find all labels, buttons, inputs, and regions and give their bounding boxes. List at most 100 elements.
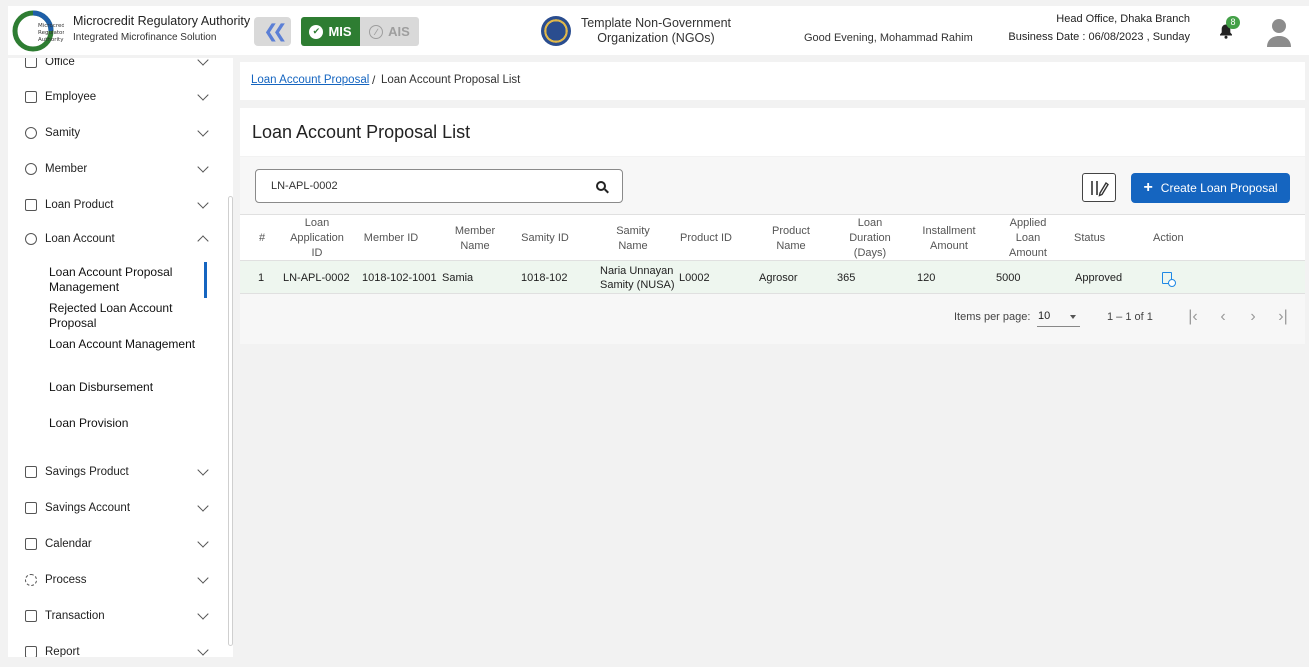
mode-ais-label: AIS [388,24,410,39]
search-input[interactable]: LN-APL-0002 [255,169,623,203]
user-avatar[interactable] [1265,17,1293,47]
last-page-icon[interactable]: ›| [1273,307,1293,327]
first-page-icon[interactable]: |‹ [1183,307,1203,327]
office-icon [25,58,37,68]
ngo-name: Template Non-Government Organization (NG… [576,16,736,46]
breadcrumb: Loan Account Proposal / Loan Account Pro… [240,62,1305,100]
search-icon[interactable] [596,181,606,191]
sidebar-item-office[interactable]: Office [8,58,223,74]
page-range-label: 1 – 1 of 1 [1107,311,1153,323]
cell-applied-loan-amount: 5000 [996,271,1021,284]
column-header[interactable]: Samity ID [518,215,572,262]
sidebar: Office Employee Samity Member Loan Produ… [8,58,233,657]
sidebar-item-savings-account[interactable]: Savings Account [8,496,223,520]
column-header[interactable]: # [254,215,270,262]
sidebar-item-label: Employee [45,91,97,103]
svg-text:Authority: Authority [38,37,64,43]
sidebar-item-loan-product[interactable]: Loan Product [8,193,223,217]
sidebar-subitem-loan-account-management[interactable]: Loan Account Management [49,337,214,352]
sidebar-item-samity[interactable]: Samity [8,121,223,145]
breadcrumb-link-loan-account-proposal[interactable]: Loan Account Proposal [251,74,369,86]
double-chevron-left-icon: ❮❮ [263,21,287,41]
column-edit-icon [1091,180,1109,197]
column-header[interactable]: Product ID [676,215,736,262]
column-header[interactable]: Samity Name [600,215,666,262]
chevron-down-icon [197,161,209,173]
chevron-down-icon [197,125,209,137]
sidebar-item-process[interactable]: Process [8,568,223,592]
column-header[interactable]: Status [1074,215,1124,262]
sidebar-item-report[interactable]: Report [8,640,223,657]
sidebar-subitem-loan-provision[interactable]: Loan Provision [49,416,214,431]
page-title-card: Loan Account Proposal List [240,108,1305,156]
sidebar-item-label: Loan Product [45,199,114,211]
ngo-seal-icon [541,16,571,46]
check-circle-icon: ✔ [309,24,324,39]
sidebar-item-label: Samity [45,127,81,139]
chevron-up-icon [197,235,209,247]
items-per-page-value: 10 [1038,310,1051,322]
search-input-value: LN-APL-0002 [271,180,338,192]
mra-logo: Microcredit Regulatory Authority [12,10,64,52]
branch-name: Head Office, Dhaka Branch [1056,13,1190,25]
page-title: Loan Account Proposal List [252,122,471,142]
chevron-down-icon [197,58,209,66]
items-per-page-label: Items per page: [954,311,1031,323]
sidebar-subitem-rejected-loan-account-proposal[interactable]: Rejected Loan Account Proposal [49,301,214,331]
chevron-down-icon [197,536,209,548]
sidebar-subitem-loan-account-proposal-management[interactable]: Loan Account Proposal Management [49,265,214,295]
sidebar-item-label: Process [45,574,87,586]
org-title: Microcredit Regulatory Authority [73,14,251,28]
previous-page-icon[interactable]: ‹ [1213,307,1233,327]
sidebar-collapse-button[interactable]: ❮❮ [254,17,291,46]
cell-member-name: Samia [442,271,474,284]
column-header[interactable]: Member Name [444,215,506,262]
chevron-down-icon [197,464,209,476]
caret-down-icon [1070,315,1076,319]
sidebar-item-label: Calendar [45,538,92,550]
column-header[interactable]: Applied Loan Amount [998,215,1058,262]
create-loan-proposal-label: Create Loan Proposal [1160,181,1278,195]
cell-samity-id: 1018-102 [521,271,568,284]
sidebar-scrollbar[interactable] [228,196,233,646]
view-document-icon[interactable] [1162,271,1176,287]
sidebar-item-savings-product[interactable]: Savings Product [8,460,223,484]
table-row[interactable]: 1 LN-APL-0002 1018-102-1001 Samia 1018-1… [240,261,1305,294]
column-header[interactable]: Loan Duration (Days) [840,215,900,262]
chevron-down-icon [197,89,209,101]
loan-account-icon [25,233,37,245]
breadcrumb-current: Loan Account Proposal List [381,74,521,86]
column-header[interactable]: Loan Application ID [284,215,350,262]
greeting-text: Good Evening, Mohammad Rahim [804,32,973,44]
notification-count-badge: 8 [1226,16,1240,29]
sidebar-item-transaction[interactable]: Transaction [8,604,223,628]
chevron-down-icon [197,572,209,584]
sidebar-item-loan-account[interactable]: Loan Account [8,227,223,251]
block-icon: ∕ [369,24,384,39]
items-per-page-select[interactable]: 10 [1037,305,1080,327]
column-header[interactable]: Product Name [760,215,822,262]
row-action [1162,261,1176,294]
sidebar-subitem-loan-disbursement[interactable]: Loan Disbursement [49,380,214,395]
breadcrumb-separator: / [372,73,376,87]
savings-account-icon [25,502,37,514]
member-icon [25,163,37,175]
savings-product-icon [25,466,37,478]
table-header: # Loan Application ID Member ID Member N… [240,214,1305,261]
next-page-icon[interactable]: › [1243,307,1263,327]
chevron-down-icon [197,197,209,209]
create-loan-proposal-button[interactable]: + Create Loan Proposal [1131,173,1290,203]
chevron-down-icon [197,644,209,656]
sidebar-item-calendar[interactable]: Calendar [8,532,223,556]
sidebar-item-member[interactable]: Member [8,157,223,181]
cell-installment-amount: 120 [917,271,936,284]
column-header[interactable]: Installment Amount [918,215,980,262]
column-settings-button[interactable] [1082,173,1116,202]
sidebar-item-employee[interactable]: Employee [8,85,223,109]
sidebar-item-label: Transaction [45,610,105,622]
mode-ais-button[interactable]: ∕ AIS [360,17,419,46]
column-header[interactable]: Member ID [360,215,422,262]
cell-loan-duration: 365 [837,271,856,284]
org-subtitle: Integrated Microfinance Solution [73,32,217,43]
mode-mis-button[interactable]: ✔ MIS [301,17,360,46]
